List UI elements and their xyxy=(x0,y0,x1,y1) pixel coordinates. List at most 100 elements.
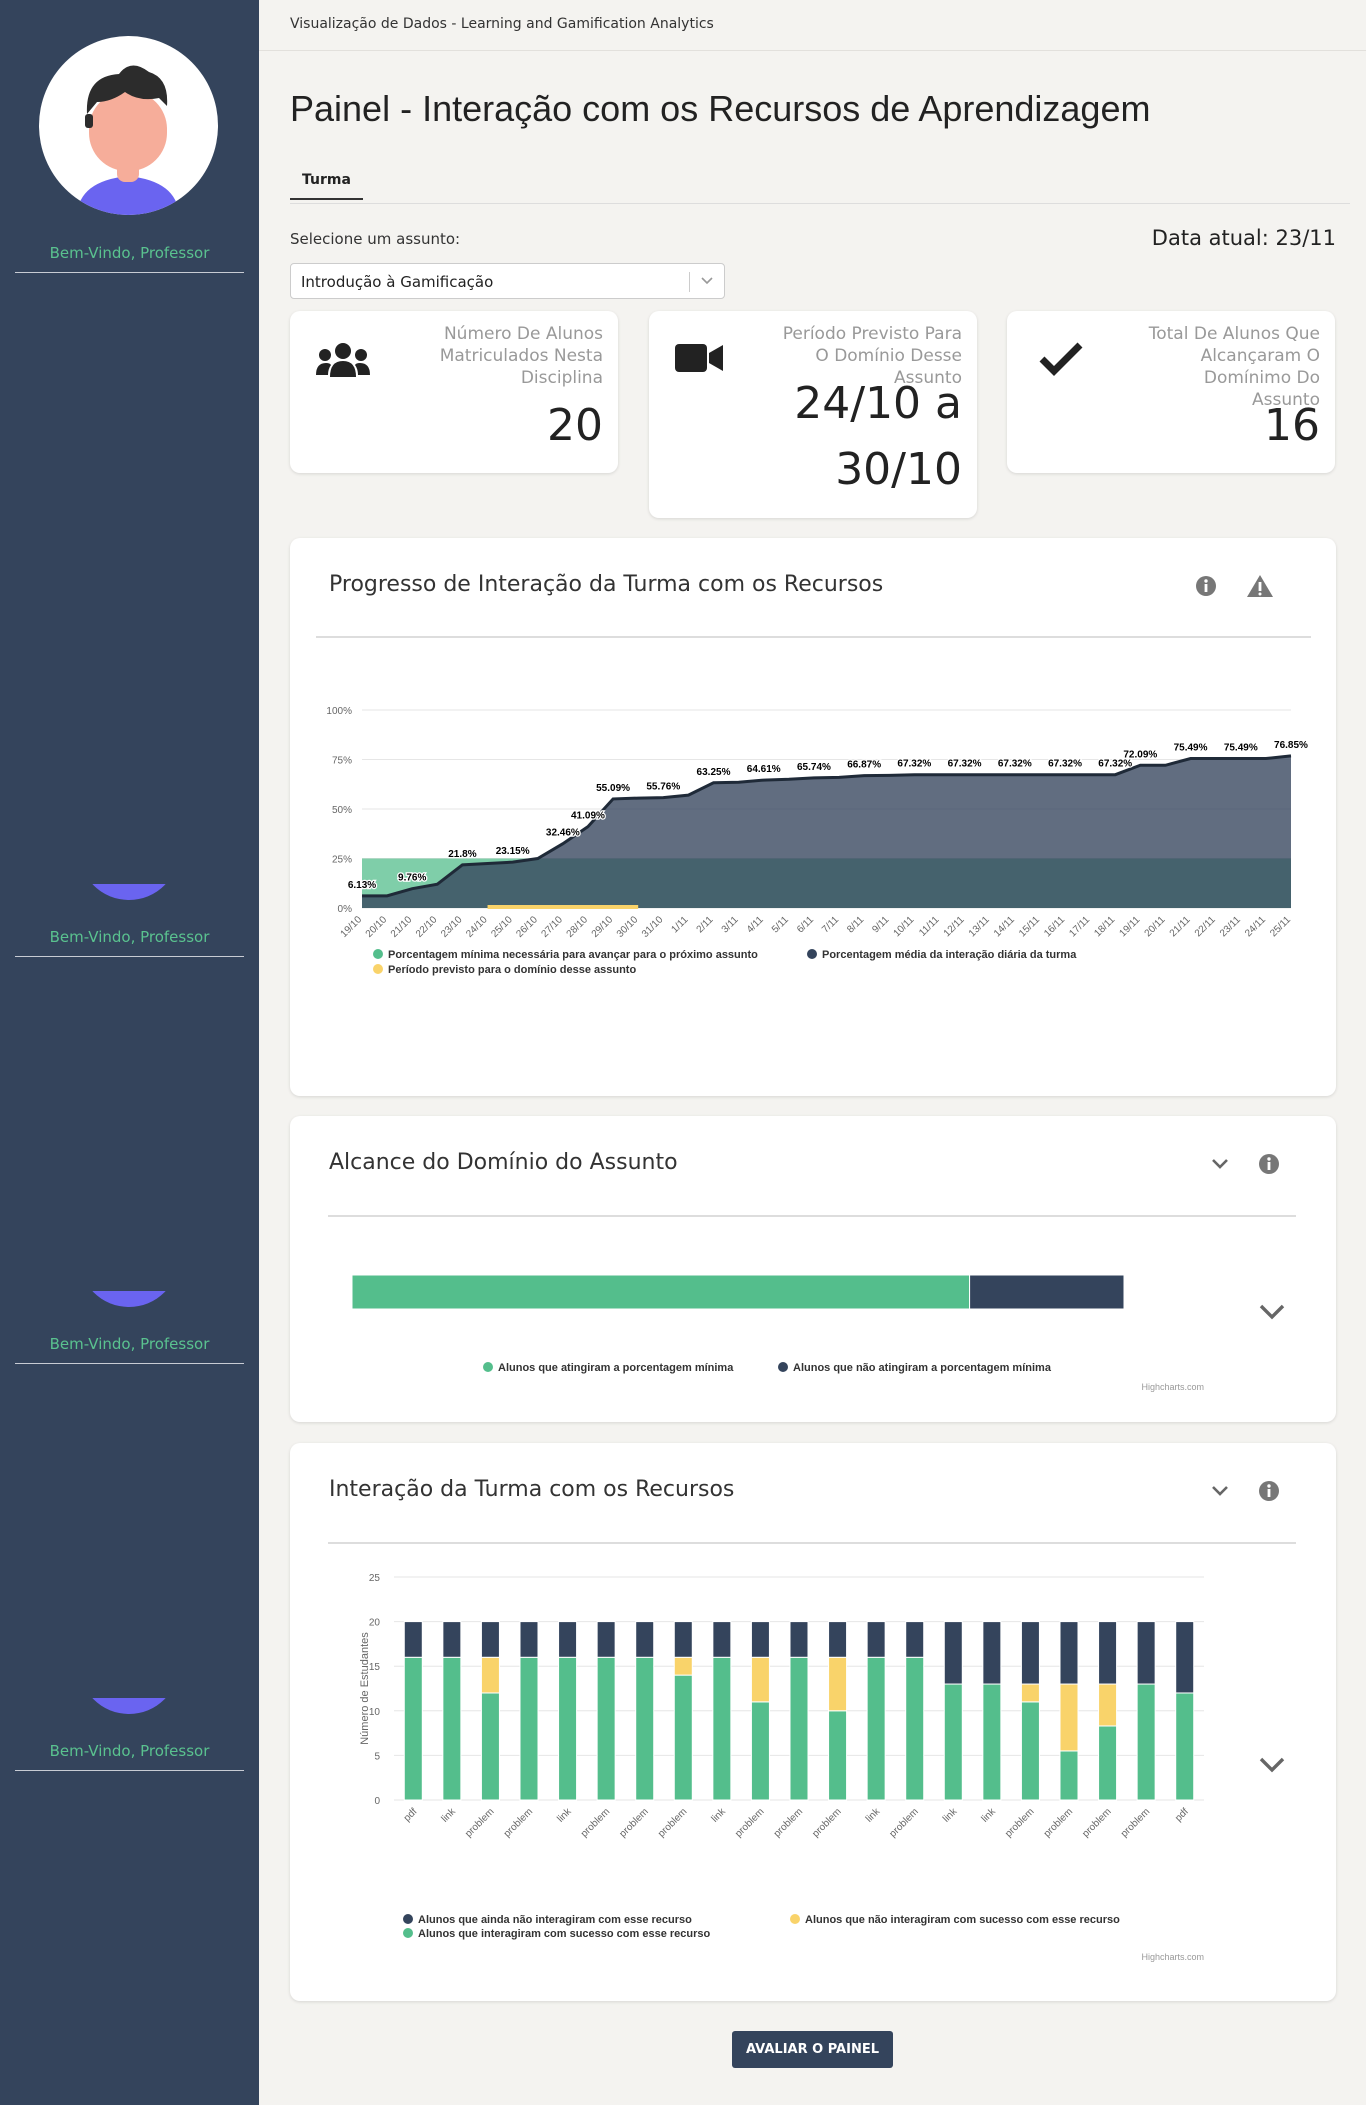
bar-segment xyxy=(673,1656,693,1676)
progress-panel: Progresso de Interação da Turma com os R… xyxy=(290,538,1336,1096)
data-label: 55.76% xyxy=(646,782,680,793)
y-axis-title: Número de Estudantes xyxy=(359,1632,371,1745)
tab-turma[interactable]: Turma xyxy=(290,172,363,200)
x-tick-label: problem xyxy=(1080,1806,1113,1839)
x-tick-label: 14/11 xyxy=(992,914,1017,939)
y-tick-label: 25% xyxy=(332,855,352,866)
y-tick-label: 75% xyxy=(332,756,352,767)
warning-icon[interactable] xyxy=(1246,573,1274,603)
legend-item: Alunos que não atingiram a porcentagem m… xyxy=(793,1362,1052,1374)
mastery-chart: Alunos que atingiram a porcentagem mínim… xyxy=(351,1274,1204,1392)
evaluate-panel-button[interactable]: AVALIAR O PAINEL xyxy=(732,2031,893,2068)
bar-segment xyxy=(1020,1621,1040,1685)
bar-segment xyxy=(750,1621,770,1658)
x-tick-label: problem xyxy=(618,1806,651,1839)
panel-title: Progresso de Interação da Turma com os R… xyxy=(329,572,884,597)
chevron-down-icon[interactable] xyxy=(1211,1483,1229,1502)
data-label: 66.87% xyxy=(847,760,881,771)
x-tick-label: 22/10 xyxy=(414,914,440,940)
divider xyxy=(316,636,1311,638)
chevron-down-icon[interactable] xyxy=(1211,1156,1229,1175)
x-tick-label: 6/11 xyxy=(795,914,816,935)
bar-segment xyxy=(866,1656,886,1801)
x-tick-label: 4/11 xyxy=(745,914,766,935)
bar-segment xyxy=(403,1656,423,1801)
x-tick-label: problem xyxy=(579,1806,612,1839)
bar-segment xyxy=(673,1674,693,1801)
bar-segment xyxy=(1020,1701,1040,1801)
x-tick-label: 25/11 xyxy=(1268,914,1293,939)
data-label: 6.13% xyxy=(348,880,376,891)
x-tick-label: problem xyxy=(502,1806,535,1839)
welcome-text: Bem-Vindo, Professor xyxy=(15,1335,244,1364)
legend-item: Alunos que não interagiram com sucesso c… xyxy=(805,1914,1120,1926)
data-label: 55.09% xyxy=(596,783,630,794)
data-label: 65.74% xyxy=(797,762,831,773)
bar-segment xyxy=(403,1621,423,1658)
data-label: 9.76% xyxy=(398,873,426,884)
bar-segment xyxy=(1098,1683,1118,1727)
welcome-text: Bem-Vindo, Professor xyxy=(15,1742,244,1771)
avatar xyxy=(39,36,218,215)
bar-segment xyxy=(982,1621,1002,1685)
welcome-text: Bem-Vindo, Professor xyxy=(15,928,244,957)
chevron-down-icon[interactable] xyxy=(1258,1302,1286,1326)
bar-segment xyxy=(673,1621,693,1658)
kpi-card-mastery: Total De Alunos Que Alcançaram O Domínim… xyxy=(1007,311,1335,473)
x-tick-label: 20/11 xyxy=(1143,914,1168,939)
bar-segment xyxy=(558,1656,578,1801)
bar-segment xyxy=(596,1656,616,1801)
x-tick-label: 11/11 xyxy=(917,914,942,939)
bar-segment xyxy=(750,1701,770,1801)
x-tick-label: 7/11 xyxy=(820,914,841,935)
bar-segment xyxy=(866,1621,886,1658)
x-tick-label: 21/11 xyxy=(1168,914,1193,939)
chevron-down-icon[interactable] xyxy=(700,270,714,294)
bar-segment xyxy=(1175,1621,1195,1694)
bar-segment xyxy=(789,1656,809,1801)
subject-select-value: Introdução à Gamificação xyxy=(301,273,494,291)
x-tick-label: 23/10 xyxy=(439,914,465,940)
subject-select[interactable]: Introdução à Gamificação xyxy=(290,263,725,299)
data-label: 67.32% xyxy=(998,759,1032,770)
app-title: Visualização de Dados - Learning and Gam… xyxy=(290,16,714,32)
legend-item: Porcentagem média da interação diária da… xyxy=(822,949,1077,961)
bar-segment xyxy=(789,1621,809,1658)
data-label: 67.32% xyxy=(1048,759,1082,770)
mastery-bar-segment xyxy=(969,1274,1125,1310)
x-tick-label: pdf xyxy=(402,1806,420,1824)
data-label: 41.09% xyxy=(571,811,605,822)
data-label: 21.8% xyxy=(448,849,476,860)
info-icon[interactable] xyxy=(1258,1480,1280,1506)
x-tick-label: problem xyxy=(1042,1806,1075,1839)
y-tick-label: 0% xyxy=(338,904,353,915)
bar-segment xyxy=(442,1656,462,1801)
y-tick-label: 20 xyxy=(369,1618,381,1629)
data-label: 72.09% xyxy=(1123,749,1157,760)
bar-segment xyxy=(635,1656,655,1801)
x-tick-label: link xyxy=(710,1806,729,1825)
info-icon[interactable] xyxy=(1258,1153,1280,1179)
chevron-down-icon[interactable] xyxy=(1258,1755,1286,1779)
bar-segment xyxy=(982,1683,1002,1801)
x-tick-label: 13/11 xyxy=(967,914,992,939)
x-tick-label: 22/11 xyxy=(1193,914,1218,939)
legend-marker xyxy=(403,1914,413,1924)
x-tick-label: 21/10 xyxy=(389,914,415,940)
x-tick-label: 9/11 xyxy=(870,914,891,935)
legend-marker xyxy=(778,1362,788,1372)
x-tick-label: 26/10 xyxy=(514,914,540,940)
bar-segment xyxy=(558,1621,578,1658)
info-icon[interactable] xyxy=(1195,575,1217,601)
x-tick-label: 23/11 xyxy=(1218,914,1243,939)
mastery-panel: Alcance do Domínio do Assunto Alunos que… xyxy=(290,1116,1336,1422)
bar-segment xyxy=(828,1621,848,1658)
kpi-value-line2: 30/10 xyxy=(835,444,962,495)
x-tick-label: link xyxy=(555,1806,574,1825)
legend-marker xyxy=(403,1928,413,1938)
bar-segment xyxy=(828,1656,848,1712)
bar-segment xyxy=(1098,1621,1118,1685)
divider xyxy=(328,1542,1296,1544)
data-label: 63.25% xyxy=(697,767,731,778)
x-tick-label: 31/10 xyxy=(640,914,666,940)
